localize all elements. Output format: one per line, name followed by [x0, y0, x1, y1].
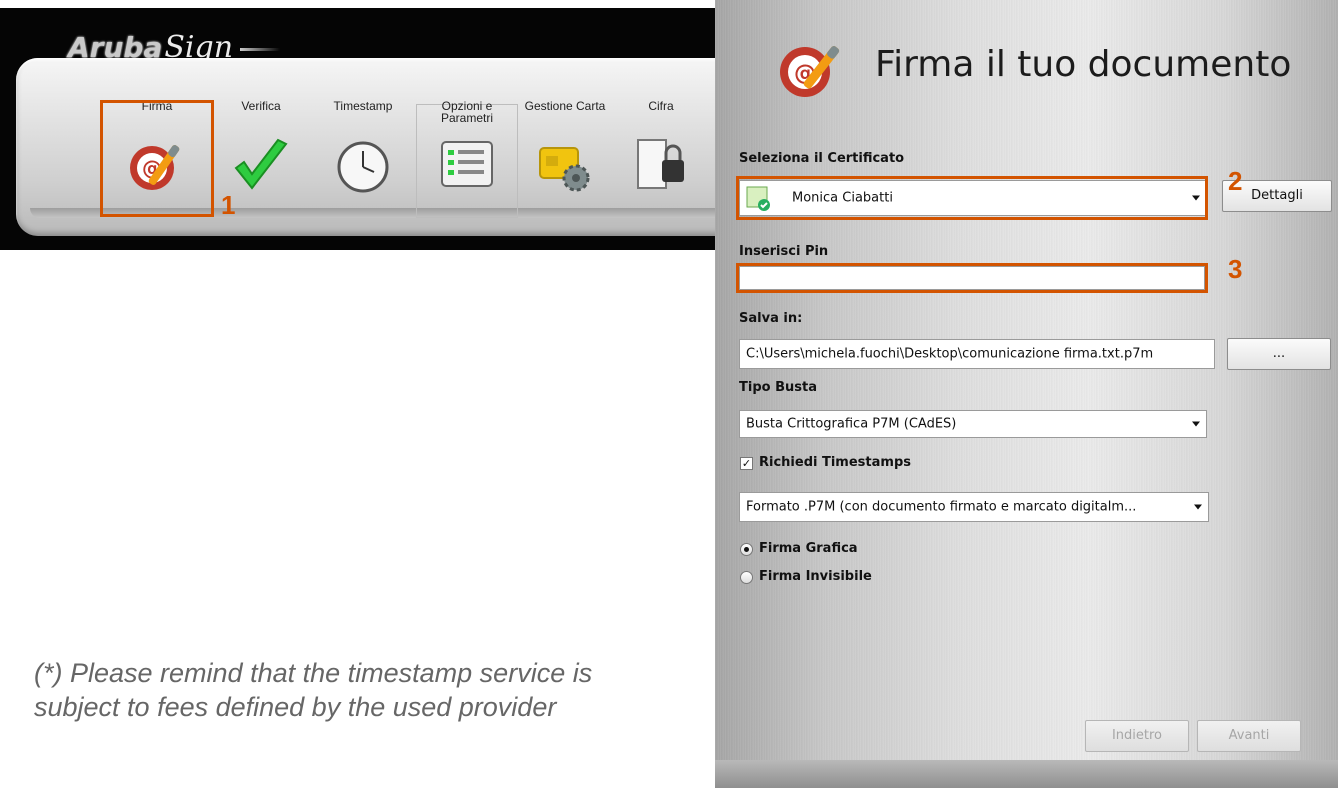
format-select[interactable]: Formato .P7M (con documento firmato e ma…	[739, 492, 1209, 522]
browse-button[interactable]: ...	[1227, 338, 1331, 370]
pin-label: Inserisci Pin	[739, 244, 829, 259]
chevron-down-icon	[1192, 421, 1200, 427]
toolbar-item-timestamp[interactable]: Timestamp	[313, 100, 413, 220]
radio-firma-invisibile-label: Firma Invisibile	[759, 569, 872, 584]
arubasign-toolbar: Aruba Sign Firma @ Verifica Timestamp Op…	[0, 8, 724, 250]
file-lock-icon	[628, 134, 694, 204]
radio-firma-invisibile[interactable]	[740, 571, 753, 584]
logo-swoosh	[240, 48, 280, 51]
toolbar-item-label: Gestione Carta	[524, 99, 606, 113]
timestamp-fee-note: (*) Please remind that the timestamp ser…	[34, 658, 593, 722]
smartcard-gear-icon	[532, 134, 598, 204]
step-marker-1: 1	[221, 190, 236, 220]
timestamps-checkbox[interactable]: ✓	[740, 457, 753, 470]
format-value: Formato .P7M (con documento firmato e ma…	[746, 499, 1137, 515]
envelope-value: Busta Crittografica P7M (CAdES)	[746, 416, 957, 432]
toolbar-item-label: Cifra	[648, 99, 674, 113]
save-path-value: C:\Users\michela.fuochi\Desktop\comunica…	[746, 346, 1154, 362]
checkmark-icon	[228, 134, 294, 204]
clock-icon	[330, 134, 396, 204]
toolbar-item-label: Timestamp	[333, 99, 393, 113]
sign-document-dialog: @ Firma il tuo documento Seleziona il Ce…	[715, 0, 1338, 788]
radio-firma-grafica[interactable]	[740, 543, 753, 556]
certificate-label: Seleziona il Certificato	[739, 151, 905, 166]
back-button[interactable]: Indietro	[1085, 720, 1189, 752]
envelope-select[interactable]: Busta Crittografica P7M (CAdES)	[739, 410, 1207, 438]
save-label: Salva in:	[739, 311, 803, 326]
dialog-bottom-bar	[715, 760, 1338, 788]
highlight-pin	[736, 263, 1208, 293]
radio-firma-grafica-label: Firma Grafica	[759, 541, 858, 556]
signature-logo-icon: @	[773, 34, 853, 110]
next-button[interactable]: Avanti	[1197, 720, 1301, 752]
save-path-input[interactable]: C:\Users\michela.fuochi\Desktop\comunica…	[739, 339, 1215, 369]
toolbar-item-cifra[interactable]: Cifra	[611, 100, 711, 220]
step-marker-3: 3	[1228, 254, 1243, 284]
step-marker-2: 2	[1228, 166, 1243, 196]
chevron-down-icon	[1194, 504, 1202, 510]
toolbar-item-opzioni[interactable]: Opzioni e Parametri	[417, 100, 517, 220]
toolbar-item-label: Verifica	[241, 99, 281, 113]
envelope-label: Tipo Busta	[739, 380, 817, 395]
options-form-icon	[434, 134, 500, 204]
highlight-certificate	[736, 176, 1208, 220]
timestamps-label: Richiedi Timestamps	[759, 455, 911, 470]
dialog-title: Firma il tuo documento	[875, 44, 1292, 85]
toolbar-item-gestione-carta[interactable]: Gestione Carta	[515, 100, 615, 220]
toolbar-item-label: Opzioni e Parametri	[440, 99, 493, 125]
highlight-firma	[100, 100, 214, 217]
